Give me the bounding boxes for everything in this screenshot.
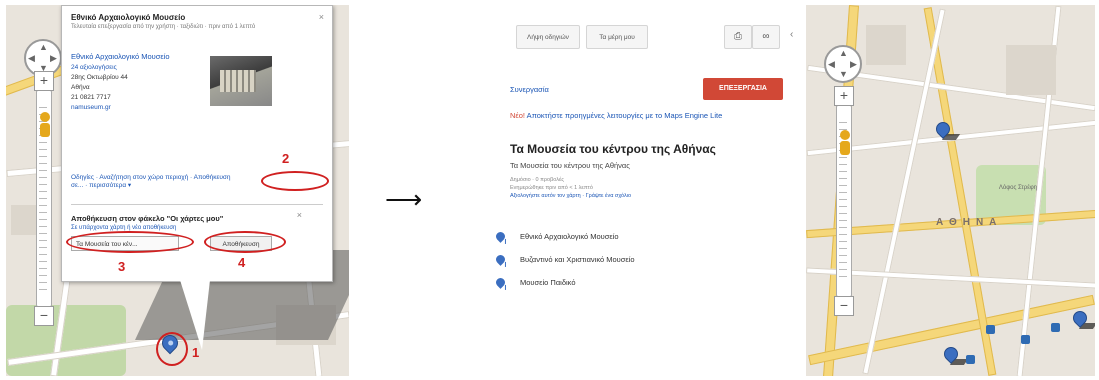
address-line: 28ης Οκτωβρίου 44: [71, 74, 128, 81]
place-label[interactable]: Εθνικό Αρχαιολογικό Μουσείο: [520, 232, 619, 241]
map-visibility: Δημόσιο · 0 προβολές: [510, 177, 565, 183]
my-places-button[interactable]: Τα μέρη μου: [586, 25, 648, 49]
promo-new-badge: Νέο!: [510, 111, 526, 120]
map-marker-icon[interactable]: [941, 344, 969, 367]
info-window-actions: Οδηγίες · Αναζήτηση στον χώρο περιοχή · …: [71, 174, 231, 189]
edit-button[interactable]: ΕΠΕΞΕΡΓΑΣΙΑ: [703, 78, 783, 100]
left-map-screenshot: ▲ ▼ ◀ ▶ + − Εθνικό Αρχαιολογικό Μουσείο Τε…: [6, 5, 349, 376]
reviews-link[interactable]: 24 αξιολογήσεις: [71, 64, 117, 71]
my-maps-panel: Λήψη οδηγιών Τα μέρη μου ⎙ ∞ ‹ Συνεργασί…: [486, 5, 807, 376]
right-map[interactable]: ▲ ▼ ◀ ▶ + − ΑΘΗΝΑ Λόφος Στρέφη: [806, 5, 1095, 376]
place-label[interactable]: Βυζαντινό και Χριστιανικό Μουσείο: [520, 255, 635, 264]
annotation-number-4: 4: [238, 255, 246, 270]
promo-link[interactable]: Αποκτήστε προηγμένες λειτουργίες με το M…: [525, 111, 723, 120]
area-label: ΑΘΗΝΑ: [936, 217, 1003, 228]
save-dialog-title: Αποθήκευση στον φάκελο "Οι χάρτες μου": [71, 214, 224, 223]
pegman-icon[interactable]: [839, 130, 851, 156]
annotation-circle-2: [261, 171, 329, 191]
bus-stop-icon[interactable]: [1051, 323, 1060, 332]
pan-control[interactable]: ▲ ▼ ◀ ▶: [824, 45, 862, 83]
right-arrow-icon: ⟶: [385, 184, 423, 214]
link-icon[interactable]: ∞: [752, 25, 780, 49]
zoom-out-button[interactable]: −: [834, 296, 854, 316]
website-link[interactable]: namuseum.gr: [71, 104, 111, 111]
map-block: [1006, 45, 1056, 95]
map-block: [866, 25, 906, 65]
info-window-subtitle: Τελευταία επεξεργασία από την χρήστη · τ…: [71, 24, 256, 30]
close-icon[interactable]: ×: [319, 12, 324, 22]
annotation-number-2: 2: [282, 151, 290, 166]
map-marker-icon[interactable]: [1070, 308, 1095, 331]
zoom-in-button[interactable]: +: [834, 86, 854, 106]
annotation-circle-3: [66, 231, 194, 253]
bus-stop-icon[interactable]: [986, 325, 995, 334]
place-photo[interactable]: [210, 56, 272, 106]
map-title: Τα Μουσεία του κέντρου της Αθήνας: [510, 142, 716, 156]
rate-map-link[interactable]: Αξιολογήστε αυτόν τον χάρτη · Γράψτε ένα…: [510, 193, 631, 199]
zoom-out-button[interactable]: −: [34, 306, 54, 326]
close-icon[interactable]: ×: [297, 210, 302, 220]
collaborate-link[interactable]: Συνεργασία: [510, 85, 549, 94]
map-marker-icon[interactable]: [933, 119, 961, 142]
placemark-icon: [494, 230, 507, 243]
placemark-icon: [494, 276, 507, 289]
collapse-panel-icon[interactable]: ‹: [790, 29, 793, 40]
annotation-number-3: 3: [118, 259, 126, 274]
park-label: Λόφος Στρέφη: [998, 185, 1038, 191]
annotation-number-1: 1: [192, 345, 200, 360]
actions-more[interactable]: σε... · περισσότερα ▾: [71, 182, 131, 189]
city-line: Αθήνα: [71, 84, 90, 91]
bus-stop-icon[interactable]: [1021, 335, 1030, 344]
zoom-in-button[interactable]: +: [34, 71, 54, 91]
info-window-title: Εθνικό Αρχαιολογικό Μουσείο: [71, 13, 186, 22]
map-park: [6, 305, 126, 376]
place-label[interactable]: Μουσείο Παιδικό: [520, 278, 576, 287]
promo-text[interactable]: Νέο! Αποκτήστε προηγμένες λειτουργίες με…: [510, 110, 785, 121]
placemark-icon: [494, 253, 507, 266]
actions-text[interactable]: Οδηγίες · Αναζήτηση στον χώρο περιοχή ·: [71, 174, 192, 181]
save-link[interactable]: Αποθήκευση: [194, 174, 231, 181]
directions-button[interactable]: Λήψη οδηγιών: [516, 25, 580, 49]
place-name-link[interactable]: Εθνικό Αρχαιολογικό Μουσείο: [71, 52, 170, 61]
map-updated: Ενημερώθηκε πριν από < 1 λεπτό: [510, 185, 593, 191]
bus-stop-icon[interactable]: [966, 355, 975, 364]
print-icon[interactable]: ⎙: [724, 25, 752, 49]
pegman-icon[interactable]: [39, 112, 51, 138]
phone-line: 21 0821 7717: [71, 94, 111, 101]
divider: [71, 204, 323, 205]
annotation-circle-4: [204, 231, 286, 253]
map-marker-icon[interactable]: [158, 331, 182, 357]
map-description: Τα Μουσεία του κέντρου της Αθήνας: [510, 161, 630, 170]
